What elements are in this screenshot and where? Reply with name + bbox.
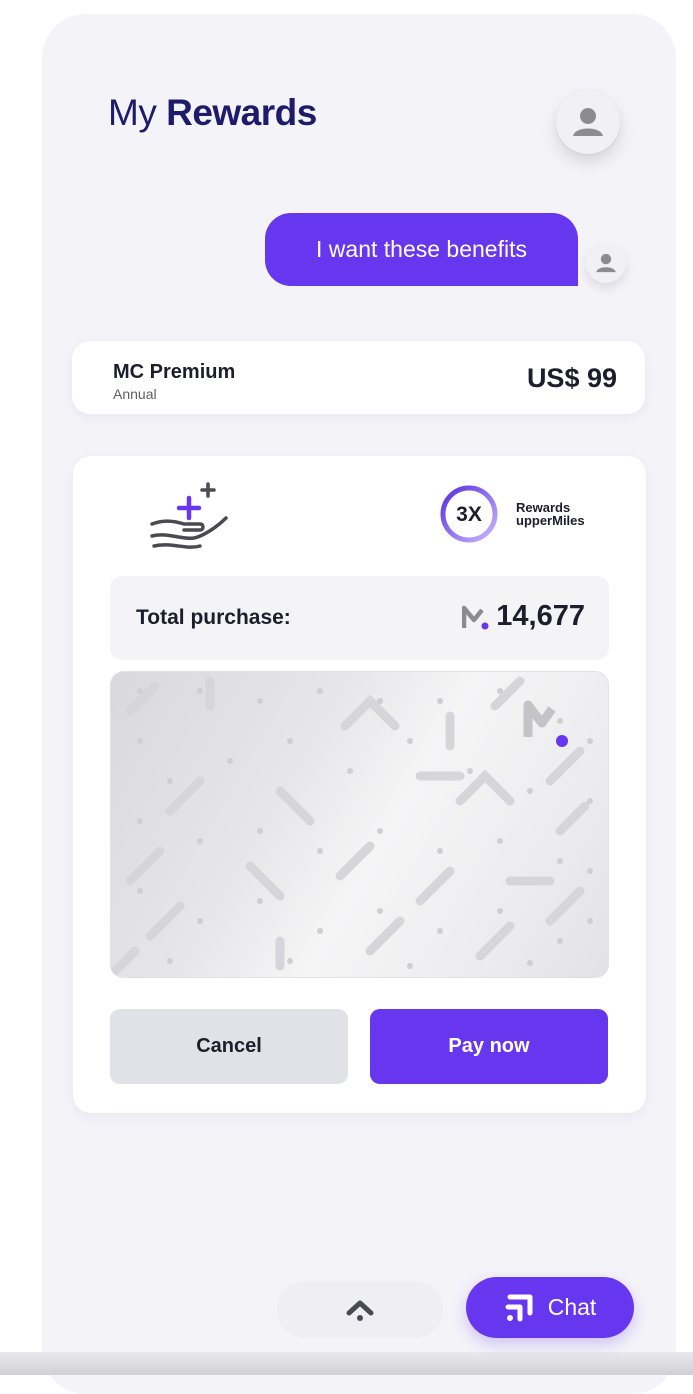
checkout-card: 3X Rewards upperMiles Total purchase: 14… bbox=[73, 456, 646, 1113]
pay-now-button[interactable]: Pay now bbox=[370, 1009, 608, 1084]
chat-bubble: I want these benefits bbox=[265, 213, 578, 286]
chat-message: I want these benefits bbox=[316, 236, 527, 262]
total-value-wrap: 14,677 bbox=[462, 600, 585, 633]
plan-price: US$ 99 bbox=[526, 363, 617, 393]
user-avatar-icon bbox=[596, 253, 616, 273]
plan-name: MC Premium bbox=[113, 361, 236, 383]
bottom-bar bbox=[0, 1352, 693, 1375]
card-pattern bbox=[110, 671, 609, 978]
total-purchase-box: Total purchase: 14,677 bbox=[110, 576, 609, 660]
title-light: My bbox=[108, 92, 157, 133]
scroll-up-button[interactable] bbox=[277, 1281, 443, 1338]
profile-avatar[interactable] bbox=[556, 90, 620, 154]
rewards-label-line2: upperMiles bbox=[516, 513, 585, 528]
card-miles-logo-icon bbox=[523, 700, 568, 747]
rewards-badge-icon: 3X bbox=[440, 485, 498, 543]
chat-icon bbox=[505, 1294, 533, 1321]
page-title: My Rewards bbox=[108, 92, 317, 134]
chevron-up-icon bbox=[346, 1300, 374, 1321]
plan-period: Annual bbox=[113, 386, 157, 402]
user-avatar-icon bbox=[573, 108, 603, 136]
hand-plus-icon bbox=[150, 482, 228, 549]
chat-button[interactable]: Chat bbox=[466, 1277, 634, 1338]
pattern-background bbox=[110, 676, 593, 976]
total-label: Total purchase: bbox=[136, 606, 291, 629]
title-bold: Rewards bbox=[166, 92, 317, 133]
rewards-multiplier: 3X bbox=[456, 503, 482, 526]
cancel-button[interactable]: Cancel bbox=[110, 1009, 348, 1084]
rewards-label: Rewards upperMiles bbox=[516, 501, 585, 527]
chat-label: Chat bbox=[547, 1294, 597, 1320]
message-avatar bbox=[586, 243, 626, 283]
plan-summary: MC Premium Annual US$ 99 bbox=[72, 341, 645, 414]
miles-logo-icon bbox=[462, 605, 489, 629]
total-value: 14,677 bbox=[496, 600, 585, 632]
